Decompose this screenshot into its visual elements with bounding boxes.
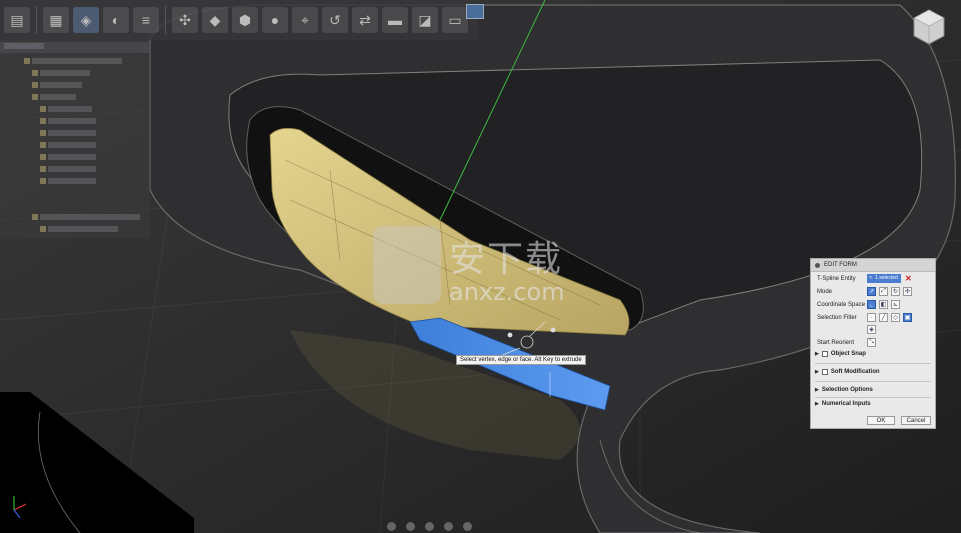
edge-filter-icon[interactable]: ╱ (879, 313, 888, 322)
mode-label: Mode (817, 288, 833, 295)
object-snap-section[interactable]: ▶ Object Snap (815, 351, 931, 357)
panel-title: EDIT FORM (824, 262, 857, 268)
browser-panel (0, 42, 150, 238)
main-toolbar: ▤ ▦ ◈ ◐ ≡ ✣ ◆ ⬢ ● ⌖ ↺ ⇄ ▬ ◪ ▭ (0, 0, 478, 40)
selection-tooltip: Select vertex, edge or face. Alt Key to … (456, 355, 586, 365)
selection-options-label: Selection Options (821, 387, 873, 393)
crease-icon[interactable]: ◪ (412, 7, 438, 33)
create-box-icon[interactable]: ▦ (43, 7, 69, 33)
expand-triangle-icon: ▶ (815, 369, 819, 375)
tree-row[interactable] (40, 178, 96, 185)
tree-row-root[interactable] (24, 58, 122, 65)
tree-row[interactable] (32, 70, 90, 77)
vertex-filter-icon[interactable]: ∙ (867, 313, 876, 322)
insert-icon[interactable]: ◆ (202, 7, 228, 33)
tree-row[interactable] (40, 154, 96, 161)
tree-row[interactable] (40, 106, 92, 113)
expand-triangle-icon: ▶ (815, 401, 819, 407)
local-space-icon[interactable]: ⊾ (891, 300, 900, 309)
selection-options-section[interactable]: ▶ Selection Options (815, 387, 931, 393)
soft-modification-checkbox[interactable] (821, 369, 828, 375)
coordinate-space-row: Coordinate Space ⌞ ◧ ⊾ (817, 300, 903, 309)
select-icon: ↖ (869, 275, 874, 281)
reorient-icon[interactable]: ⤡ (867, 338, 876, 347)
edit-form-icon[interactable]: ⇄ (352, 7, 378, 33)
finish-form-icon[interactable]: ↺ (322, 7, 348, 33)
coordinate-space-label: Coordinate Space (817, 301, 866, 308)
toolbar-divider (36, 6, 37, 34)
tree-row[interactable] (32, 82, 82, 89)
all-filter-icon[interactable]: ▣ (903, 313, 912, 322)
soft-modification-section[interactable]: ▶ Soft Modification (815, 369, 931, 375)
mode-move-icon[interactable]: ↗ (867, 287, 876, 296)
mode-rotate-icon[interactable]: ↻ (891, 287, 900, 296)
object-snap-label: Object Snap (830, 351, 866, 357)
navigation-bar (387, 522, 472, 531)
tree-row[interactable] (40, 130, 96, 137)
expand-triangle-icon: ▶ (815, 351, 819, 357)
numerical-inputs-label: Numerical Inputs (821, 401, 871, 407)
navigation-minimap (0, 392, 194, 533)
mode-scale-icon[interactable]: ⤢ (879, 287, 888, 296)
body-filter-row: ◈ (867, 325, 879, 334)
display-mode-icon[interactable]: ▭ (442, 7, 468, 33)
selection-filter-label: Selection Filter (817, 314, 857, 321)
panel-header[interactable]: EDIT FORM (811, 259, 935, 272)
tspline-entity-label: T-Spline Entity (817, 275, 856, 282)
toolbar-divider (165, 6, 166, 34)
watermark-cn: 安下载 (449, 239, 564, 280)
panel-divider (815, 363, 931, 364)
utilities-icon[interactable]: ≡ (133, 7, 159, 33)
pan-icon[interactable] (425, 522, 434, 531)
tree-row[interactable] (32, 214, 140, 221)
start-reorient-label: Start Reorient (817, 339, 855, 346)
face-filter-icon[interactable]: ◇ (891, 313, 900, 322)
modify-form-icon[interactable]: ◈ (73, 7, 99, 33)
inspect-icon[interactable]: ✣ (172, 7, 198, 33)
watermark-domain: anxz.com (449, 278, 565, 306)
viewcube-icon[interactable] (912, 8, 946, 46)
cancel-icon[interactable]: ✕ (905, 274, 912, 283)
selection-filter-row: Selection Filter ∙ ╱ ◇ ▣ (817, 313, 915, 322)
add-ins-icon[interactable]: ● (262, 7, 288, 33)
panel-divider (815, 381, 931, 382)
cancel-button[interactable]: Cancel (901, 416, 931, 425)
look-at-icon[interactable] (406, 522, 415, 531)
view-space-icon[interactable]: ◧ (879, 300, 888, 309)
body-filter-icon[interactable]: ◈ (867, 325, 876, 334)
world-space-icon[interactable]: ⌞ (867, 300, 876, 309)
tspline-entity-value: 1 selected (875, 275, 898, 281)
panel-divider (815, 397, 931, 398)
symmetry-icon[interactable]: ◐ (103, 7, 129, 33)
orbit-icon[interactable] (387, 522, 396, 531)
tree-row[interactable] (40, 118, 96, 125)
tspline-entity-selector[interactable]: ↖ 1 selected (867, 274, 901, 283)
tree-row[interactable] (40, 166, 96, 173)
edit-form-panel: EDIT FORM T-Spline Entity ↖ 1 selected ✕ … (810, 258, 936, 429)
select-tool-icon[interactable]: ⌖ (292, 7, 318, 33)
start-reorient-row: Start Reorient ⤡ (817, 338, 879, 347)
workspace-switcher-icon[interactable]: ▤ (4, 7, 30, 33)
fit-icon[interactable] (463, 522, 472, 531)
expand-triangle-icon: ▶ (815, 387, 819, 393)
display-settings-icon[interactable] (466, 4, 484, 19)
object-snap-checkbox[interactable] (821, 351, 828, 357)
zoom-icon[interactable] (444, 522, 453, 531)
watermark-shield-logo (373, 226, 441, 304)
ok-button[interactable]: OK (867, 416, 895, 425)
make-icon[interactable]: ⬢ (232, 7, 258, 33)
mode-universal-icon[interactable]: ✣ (903, 287, 912, 296)
numerical-inputs-section[interactable]: ▶ Numerical Inputs (815, 401, 931, 407)
tree-row[interactable] (32, 94, 76, 101)
tree-row[interactable] (40, 226, 118, 233)
watermark: 安下载 anxz.com (373, 226, 593, 306)
insert-edge-icon[interactable]: ▬ (382, 7, 408, 33)
mode-row: Mode ↗ ⤢ ↻ ✣ (817, 287, 915, 296)
soft-modification-label: Soft Modification (830, 369, 880, 375)
tspline-entity-row: T-Spline Entity ↖ 1 selected ✕ (817, 274, 912, 283)
tree-row[interactable] (40, 142, 96, 149)
panel-collapse-icon[interactable] (815, 262, 820, 268)
browser-header[interactable] (0, 42, 150, 53)
